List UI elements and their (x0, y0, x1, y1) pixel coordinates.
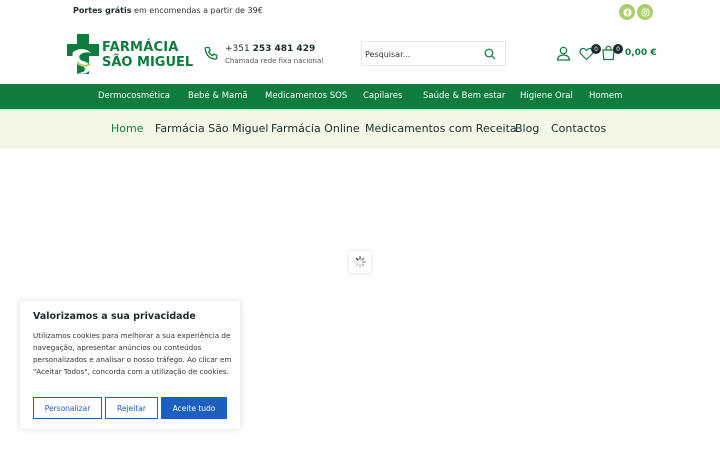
pharmacy-cross-icon (67, 34, 99, 74)
category-capilares[interactable]: Capilares (363, 91, 402, 101)
instagram-link[interactable] (637, 4, 653, 20)
cookie-consent-banner: Valorizamos a sua privacidade Utilizamos… (20, 301, 240, 429)
spinner-icon (354, 256, 366, 268)
nav-home[interactable]: Home (111, 122, 143, 135)
site-header: FARMÁCIA SÃO MIGUEL +351 253 481 429 Cha… (0, 24, 720, 84)
cart-total[interactable]: 0,00 € (625, 48, 657, 58)
facebook-link[interactable] (619, 4, 635, 20)
search-box (361, 41, 506, 66)
reject-button[interactable]: Rejeitar (105, 397, 158, 419)
phone-icon (204, 46, 218, 60)
logo-text-line2: SÃO MIGUEL (102, 55, 194, 70)
nav-contactos[interactable]: Contactos (551, 122, 606, 135)
loading-spinner (349, 251, 371, 273)
category-medicamentos-sos[interactable]: Medicamentos SOS (265, 91, 347, 101)
cookie-title: Valorizamos a sua privacidade (33, 311, 196, 322)
phone-number[interactable]: +351 253 481 429 (225, 44, 315, 54)
phone-note: Chamada rede fixa nacional (225, 57, 324, 65)
wishlist-count-badge: 0 (591, 44, 601, 54)
category-bebe-mama[interactable]: Bebé & Mamã (188, 91, 248, 101)
search-icon[interactable] (484, 48, 496, 60)
nav-farmacia-sao-miguel[interactable]: Farmácia São Miguel (155, 122, 268, 135)
logo-text-line1: FARMÁCIA (102, 40, 179, 55)
cookie-text: Utilizamos cookies para melhorar a sua e… (33, 331, 232, 376)
shipping-promo: Portes grátis em encomendas a partir de … (73, 6, 263, 15)
user-account-icon[interactable] (556, 46, 571, 61)
accept-all-button[interactable]: Aceite tudo (161, 397, 227, 419)
nav-farmacia-online[interactable]: Farmácia Online (271, 122, 360, 135)
cart-count-badge: 0 (613, 44, 623, 54)
category-saude-bem-estar[interactable]: Saúde & Bem estar (423, 91, 505, 101)
search-input[interactable] (365, 46, 483, 62)
main-nav: Home Farmácia São Miguel Farmácia Online… (0, 109, 720, 149)
category-homem[interactable]: Homem (589, 91, 622, 101)
site-logo[interactable]: FARMÁCIA SÃO MIGUEL (66, 32, 193, 76)
category-nav: Dermocosmética Bebé & Mamã Medicamentos … (0, 84, 720, 109)
instagram-icon (641, 8, 649, 16)
nav-medicamentos-receita[interactable]: Medicamentos com Receita (365, 122, 517, 135)
facebook-icon (622, 7, 632, 17)
customize-button[interactable]: Personalizar (33, 397, 102, 419)
top-bar: Portes grátis em encomendas a partir de … (0, 0, 720, 24)
nav-blog[interactable]: Blog (515, 122, 539, 135)
category-dermocosmetica[interactable]: Dermocosmética (98, 91, 170, 101)
category-higiene-oral[interactable]: Higiene Oral (520, 91, 573, 101)
